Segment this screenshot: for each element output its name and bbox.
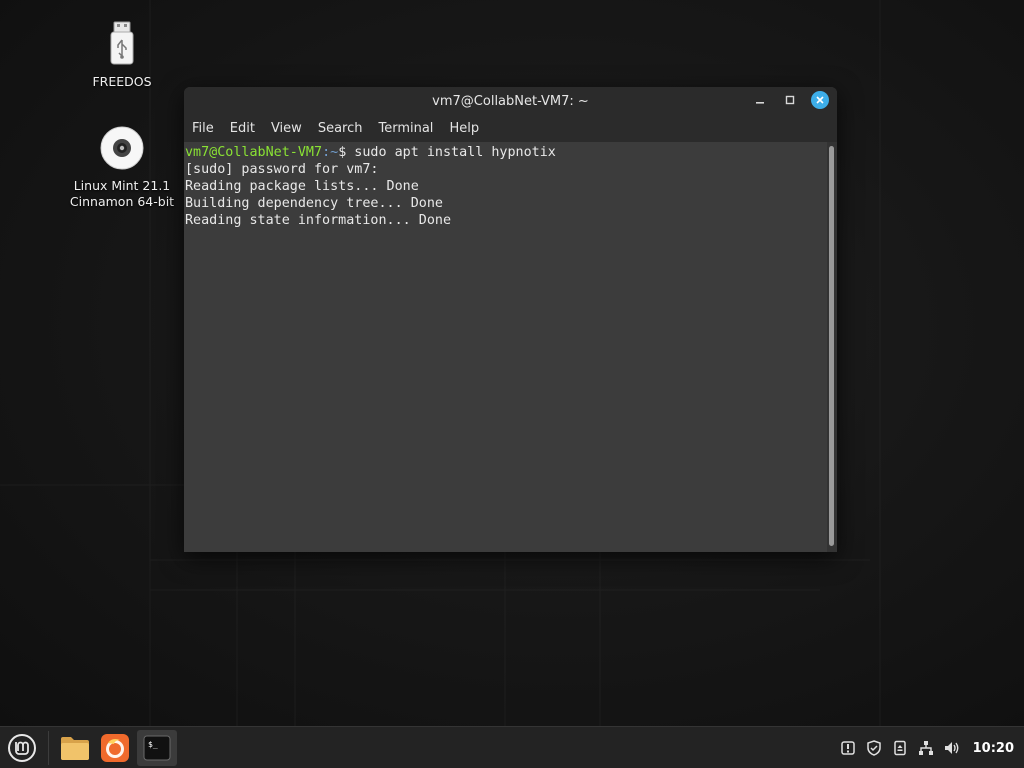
taskbar-firefox[interactable] (97, 730, 133, 766)
terminal-line: Building dependency tree... Done (185, 196, 443, 211)
terminal-line-prompt: vm7@CollabNet-VM7:~$ sudo apt install hy… (185, 144, 828, 161)
folder-icon (61, 737, 89, 760)
firefox-icon (101, 734, 129, 762)
window-title: vm7@CollabNet-VM7: ~ (432, 93, 589, 109)
menu-view[interactable]: View (271, 121, 302, 136)
menu-search[interactable]: Search (318, 121, 363, 136)
svg-text:$_: $_ (148, 740, 158, 749)
desktop-icon-freedos[interactable]: FREEDOS (72, 20, 172, 90)
window-controls (751, 91, 829, 109)
terminal-output[interactable]: vm7@CollabNet-VM7:~$ sudo apt install hy… (184, 142, 828, 552)
terminal-line: [sudo] password for vm7: (185, 162, 379, 177)
terminal-window[interactable]: vm7@CollabNet-VM7: ~ File Edit View Sear… (184, 87, 837, 552)
system-tray: 10:20 (839, 727, 1014, 768)
scrollbar-thumb[interactable] (829, 146, 834, 546)
taskbar-files[interactable] (57, 730, 93, 766)
prompt-command: $ sudo apt install hypnotix (338, 145, 556, 160)
removable-drive-icon[interactable] (891, 739, 909, 757)
desktop-icon-label-line2: Cinnamon 64-bit (69, 194, 175, 209)
start-menu-button[interactable] (0, 727, 44, 768)
menu-help[interactable]: Help (449, 121, 479, 136)
taskbar: $_ 10:20 (0, 726, 1024, 768)
close-icon (816, 96, 824, 104)
desktop-icon-label-line1: Linux Mint 21.1 (73, 178, 171, 193)
prompt-path: :~ (322, 145, 339, 160)
maximize-icon (785, 95, 795, 105)
clock[interactable]: 10:20 (973, 741, 1014, 756)
terminal-scrollbar[interactable] (827, 142, 837, 552)
linux-mint-menu-icon (8, 734, 36, 762)
terminal-line: Reading package lists... Done (185, 179, 419, 194)
terminal-icon: $_ (143, 735, 171, 761)
update-manager-icon[interactable] (839, 739, 857, 757)
taskbar-separator (48, 731, 49, 765)
desktop-icon-label: FREEDOS (92, 74, 152, 89)
prompt-user-host: vm7@CollabNet-VM7 (185, 145, 323, 160)
close-button[interactable] (811, 91, 829, 109)
window-titlebar[interactable]: vm7@CollabNet-VM7: ~ (184, 87, 837, 115)
terminal-line: Reading state information... Done (185, 213, 452, 228)
maximize-button[interactable] (781, 91, 799, 109)
minimize-icon (756, 102, 764, 104)
menubar: File Edit View Search Terminal Help (184, 115, 837, 142)
menu-terminal[interactable]: Terminal (378, 121, 433, 136)
volume-icon[interactable] (943, 739, 961, 757)
taskbar-terminal[interactable]: $_ (137, 730, 177, 766)
menu-file[interactable]: File (192, 121, 214, 136)
shield-icon[interactable] (865, 739, 883, 757)
minimize-button[interactable] (751, 91, 769, 109)
network-icon[interactable] (917, 739, 935, 757)
usb-drive-icon (98, 20, 146, 68)
menu-edit[interactable]: Edit (230, 121, 255, 136)
optical-disc-icon (98, 124, 146, 172)
desktop-icon-linux-mint-disc[interactable]: Linux Mint 21.1 Cinnamon 64-bit (62, 124, 182, 210)
